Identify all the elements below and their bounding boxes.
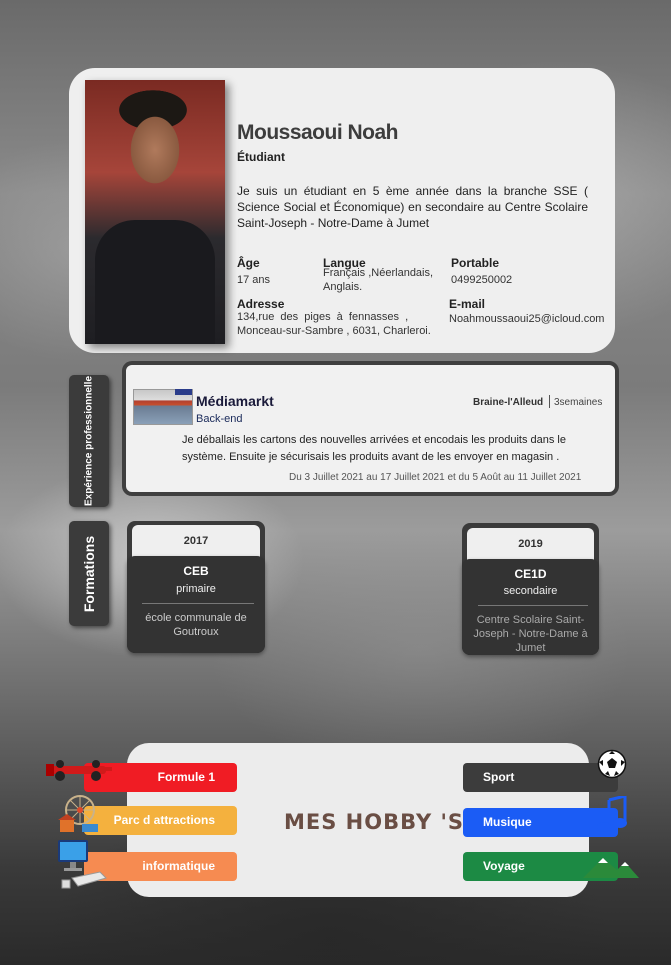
- formation-divider: [478, 605, 588, 606]
- ferris-wheel-icon: [58, 795, 98, 832]
- age-value: 17 ans: [237, 274, 271, 286]
- formation-school: école communale de Goutroux: [145, 612, 247, 638]
- experience-company: Médiamarkt: [196, 393, 274, 409]
- store-sign-icon: [175, 389, 192, 395]
- experience-dates: Du 3 Juillet 2021 au 17 Juillet 2021 et …: [289, 472, 582, 483]
- formations-tab-label: Formations: [81, 535, 97, 612]
- formation-year: 2017: [132, 525, 260, 557]
- formation-title: CEB: [183, 564, 209, 578]
- formation-divider: [142, 603, 254, 604]
- profile-name: Moussaoui Noah: [237, 121, 399, 144]
- race-car-icon: [46, 760, 112, 781]
- portable-value: 0499250002: [451, 274, 513, 286]
- experience-tab: Expérience professionnelle: [69, 375, 109, 507]
- formation-level: primaire: [176, 583, 216, 595]
- mountain-icon: [583, 858, 639, 878]
- music-note-icon: [597, 796, 627, 832]
- profile-photo: [85, 80, 225, 344]
- hobby-parc-attractions: Parc d attractions: [84, 806, 237, 835]
- email-label: E-mail: [449, 297, 486, 311]
- langue-value-2: Anglais.: [323, 281, 363, 293]
- hobbies-title: MES HOBBY 'S: [284, 810, 465, 834]
- experience-role: Back-end: [196, 413, 243, 425]
- formation-title: CE1D: [514, 567, 547, 581]
- formations-tab: Formations: [69, 521, 109, 626]
- email-value: Noahmoussaoui25@icloud.com: [449, 313, 605, 325]
- experience-location: Braine-l'Alleud: [473, 397, 544, 408]
- adresse-value-2: Monceau-sur-Sambre , 6031, Charleroi.: [237, 325, 431, 337]
- experience-description: Je déballais les cartons des nouvelles a…: [182, 434, 566, 463]
- profile-bio: Je suis un étudiant en 5 ème année dans …: [237, 184, 588, 230]
- langue-value-1: Français ,Néerlandais,: [323, 267, 434, 279]
- adresse-value-1: 134,rue des piges à fennasses ,: [237, 311, 409, 323]
- adresse-label: Adresse: [237, 297, 285, 311]
- formation-year: 2019: [467, 528, 594, 560]
- formation-school: Centre Scolaire Saint-Joseph - Notre-Dam…: [473, 614, 588, 654]
- formation-level: secondaire: [503, 585, 558, 597]
- experience-separator: [549, 395, 550, 408]
- computer-icon: [58, 840, 107, 889]
- experience-tab-label: Expérience professionnelle: [83, 375, 95, 507]
- age-label: Âge: [237, 256, 260, 270]
- hobby-musique: Musique: [463, 808, 618, 837]
- experience-duration: 3semaines: [554, 397, 603, 408]
- hobby-sport: Sport: [463, 763, 618, 792]
- portable-label: Portable: [451, 256, 500, 270]
- profile-role: Étudiant: [237, 150, 285, 164]
- soccer-ball-icon: [597, 749, 627, 779]
